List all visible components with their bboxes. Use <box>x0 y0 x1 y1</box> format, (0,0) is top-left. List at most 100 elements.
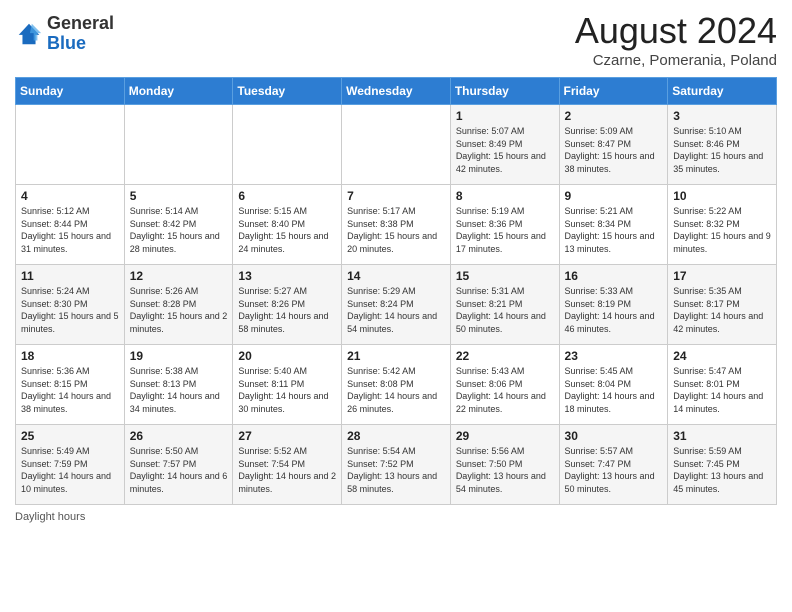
day-number: 11 <box>21 269 119 283</box>
day-info: Sunrise: 5:22 AM Sunset: 8:32 PM Dayligh… <box>673 205 771 255</box>
day-number: 31 <box>673 429 771 443</box>
day-info: Sunrise: 5:12 AM Sunset: 8:44 PM Dayligh… <box>21 205 119 255</box>
day-info: Sunrise: 5:07 AM Sunset: 8:49 PM Dayligh… <box>456 125 554 175</box>
calendar-cell: 2 Sunrise: 5:09 AM Sunset: 8:47 PM Daylig… <box>559 105 668 185</box>
calendar-cell: 28 Sunrise: 5:54 AM Sunset: 7:52 PM Dayli… <box>342 425 451 505</box>
calendar-cell: 22Sunrise: 5:43 AM Sunset: 8:06 PM Dayli… <box>450 345 559 425</box>
day-info: Sunrise: 5:36 AM Sunset: 8:15 PM Dayligh… <box>21 365 119 415</box>
calendar-cell: 17 Sunrise: 5:35 AM Sunset: 8:17 PM Dayli… <box>668 265 777 345</box>
calendar-week-row: 11 Sunrise: 5:24 AM Sunset: 8:30 PM Dayli… <box>16 265 777 345</box>
calendar-cell: 8 Sunrise: 5:19 AM Sunset: 8:36 PM Daylig… <box>450 185 559 265</box>
day-number: 2 <box>565 109 663 123</box>
day-number: 25 <box>21 429 119 443</box>
calendar-table: SundayMondayTuesdayWednesdayThursdayFrid… <box>15 77 777 505</box>
calendar-cell: 29 Sunrise: 5:56 AM Sunset: 7:50 PM Dayli… <box>450 425 559 505</box>
calendar-week-row: 18 Sunrise: 5:36 AM Sunset: 8:15 PM Dayli… <box>16 345 777 425</box>
day-number: 9 <box>565 189 663 203</box>
day-info: Sunrise: 5:59 AM Sunset: 7:45 PM Dayligh… <box>673 445 771 495</box>
day-info: Sunrise: 5:54 AM Sunset: 7:52 PM Dayligh… <box>347 445 445 495</box>
day-info: Sunrise: 5:49 AM Sunset: 7:59 PM Dayligh… <box>21 445 119 495</box>
day-of-week-header: Monday <box>124 78 233 105</box>
calendar-cell: 13Sunrise: 5:27 AM Sunset: 8:26 PM Dayli… <box>233 265 342 345</box>
day-of-week-header: Saturday <box>668 78 777 105</box>
calendar-cell: 5Sunrise: 5:14 AM Sunset: 8:42 PM Daylig… <box>124 185 233 265</box>
day-number: 27 <box>238 429 336 443</box>
location: Czarne, Pomerania, Poland <box>575 52 777 69</box>
day-info: Sunrise: 5:27 AM Sunset: 8:26 PM Dayligh… <box>238 285 336 335</box>
day-number: 18 <box>21 349 119 363</box>
day-info: Sunrise: 5:56 AM Sunset: 7:50 PM Dayligh… <box>456 445 554 495</box>
logo-text: General Blue <box>47 14 114 54</box>
logo-icon <box>15 20 43 48</box>
day-info: Sunrise: 5:17 AM Sunset: 8:38 PM Dayligh… <box>347 205 445 255</box>
day-number: 16 <box>565 269 663 283</box>
calendar-cell: 1Sunrise: 5:07 AM Sunset: 8:49 PM Daylig… <box>450 105 559 185</box>
calendar-cell: 4 Sunrise: 5:12 AM Sunset: 8:44 PM Daylig… <box>16 185 125 265</box>
day-info: Sunrise: 5:19 AM Sunset: 8:36 PM Dayligh… <box>456 205 554 255</box>
day-number: 29 <box>456 429 554 443</box>
day-info: Sunrise: 5:33 AM Sunset: 8:19 PM Dayligh… <box>565 285 663 335</box>
day-info: Sunrise: 5:29 AM Sunset: 8:24 PM Dayligh… <box>347 285 445 335</box>
logo-general: General <box>47 14 114 34</box>
day-number: 17 <box>673 269 771 283</box>
calendar-cell: 9 Sunrise: 5:21 AM Sunset: 8:34 PM Daylig… <box>559 185 668 265</box>
day-of-week-header: Wednesday <box>342 78 451 105</box>
page-header: General Blue August 2024 Czarne, Pomeran… <box>15 10 777 69</box>
calendar-cell: 23 Sunrise: 5:45 AM Sunset: 8:04 PM Dayli… <box>559 345 668 425</box>
calendar-cell: 20 Sunrise: 5:40 AM Sunset: 8:11 PM Dayli… <box>233 345 342 425</box>
day-number: 28 <box>347 429 445 443</box>
day-number: 19 <box>130 349 228 363</box>
day-number: 24 <box>673 349 771 363</box>
calendar-cell <box>342 105 451 185</box>
day-of-week-header: Sunday <box>16 78 125 105</box>
calendar-cell: 3 Sunrise: 5:10 AM Sunset: 8:46 PM Daylig… <box>668 105 777 185</box>
day-info: Sunrise: 5:09 AM Sunset: 8:47 PM Dayligh… <box>565 125 663 175</box>
day-info: Sunrise: 5:52 AM Sunset: 7:54 PM Dayligh… <box>238 445 336 495</box>
calendar-week-row: 4 Sunrise: 5:12 AM Sunset: 8:44 PM Daylig… <box>16 185 777 265</box>
calendar-cell: 26 Sunrise: 5:50 AM Sunset: 7:57 PM Dayli… <box>124 425 233 505</box>
calendar-cell: 10Sunrise: 5:22 AM Sunset: 8:32 PM Dayli… <box>668 185 777 265</box>
day-number: 30 <box>565 429 663 443</box>
day-info: Sunrise: 5:21 AM Sunset: 8:34 PM Dayligh… <box>565 205 663 255</box>
calendar-cell <box>124 105 233 185</box>
day-number: 20 <box>238 349 336 363</box>
day-number: 22 <box>456 349 554 363</box>
day-number: 7 <box>347 189 445 203</box>
calendar-cell: 24 Sunrise: 5:47 AM Sunset: 8:01 PM Dayli… <box>668 345 777 425</box>
calendar-cell: 19 Sunrise: 5:38 AM Sunset: 8:13 PM Dayli… <box>124 345 233 425</box>
day-info: Sunrise: 5:38 AM Sunset: 8:13 PM Dayligh… <box>130 365 228 415</box>
logo: General Blue <box>15 14 114 54</box>
day-number: 8 <box>456 189 554 203</box>
day-info: Sunrise: 5:45 AM Sunset: 8:04 PM Dayligh… <box>565 365 663 415</box>
day-number: 3 <box>673 109 771 123</box>
day-info: Sunrise: 5:40 AM Sunset: 8:11 PM Dayligh… <box>238 365 336 415</box>
calendar-cell <box>233 105 342 185</box>
day-number: 12 <box>130 269 228 283</box>
day-header-row: SundayMondayTuesdayWednesdayThursdayFrid… <box>16 78 777 105</box>
calendar-cell: 12 Sunrise: 5:26 AM Sunset: 8:28 PM Dayli… <box>124 265 233 345</box>
daylight-label: Daylight hours <box>15 511 85 523</box>
day-info: Sunrise: 5:47 AM Sunset: 8:01 PM Dayligh… <box>673 365 771 415</box>
day-info: Sunrise: 5:24 AM Sunset: 8:30 PM Dayligh… <box>21 285 119 335</box>
calendar-cell: 31 Sunrise: 5:59 AM Sunset: 7:45 PM Dayli… <box>668 425 777 505</box>
month-year: August 2024 <box>575 10 777 52</box>
day-number: 5 <box>130 189 228 203</box>
day-number: 23 <box>565 349 663 363</box>
day-info: Sunrise: 5:50 AM Sunset: 7:57 PM Dayligh… <box>130 445 228 495</box>
day-number: 4 <box>21 189 119 203</box>
day-info: Sunrise: 5:35 AM Sunset: 8:17 PM Dayligh… <box>673 285 771 335</box>
day-number: 14 <box>347 269 445 283</box>
day-info: Sunrise: 5:42 AM Sunset: 8:08 PM Dayligh… <box>347 365 445 415</box>
day-number: 26 <box>130 429 228 443</box>
logo-blue: Blue <box>47 34 114 54</box>
footer: Daylight hours <box>15 511 777 523</box>
calendar-week-row: 1Sunrise: 5:07 AM Sunset: 8:49 PM Daylig… <box>16 105 777 185</box>
day-number: 21 <box>347 349 445 363</box>
day-number: 15 <box>456 269 554 283</box>
day-info: Sunrise: 5:10 AM Sunset: 8:46 PM Dayligh… <box>673 125 771 175</box>
day-of-week-header: Friday <box>559 78 668 105</box>
day-info: Sunrise: 5:57 AM Sunset: 7:47 PM Dayligh… <box>565 445 663 495</box>
day-info: Sunrise: 5:26 AM Sunset: 8:28 PM Dayligh… <box>130 285 228 335</box>
day-number: 6 <box>238 189 336 203</box>
calendar-cell: 30 Sunrise: 5:57 AM Sunset: 7:47 PM Dayli… <box>559 425 668 505</box>
